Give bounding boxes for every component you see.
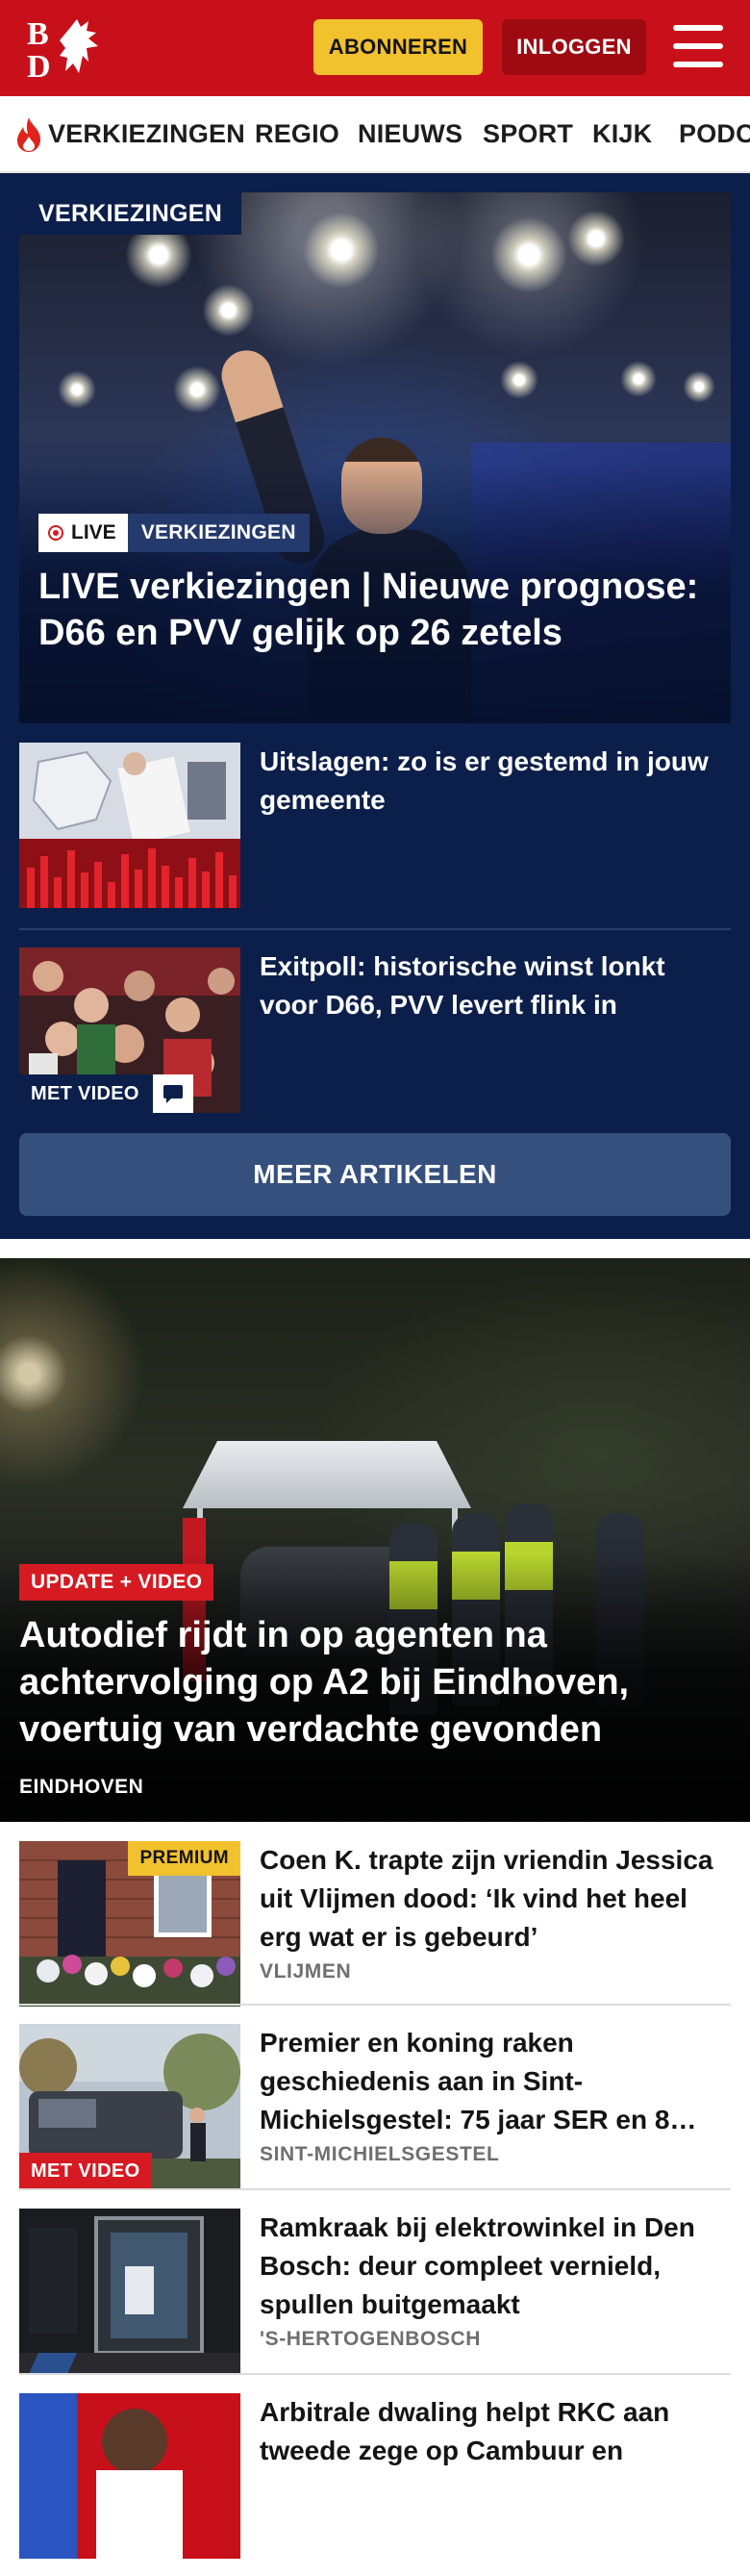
article-thumbnail <box>19 743 240 908</box>
update-badge: UPDATE + VIDEO <box>19 1564 214 1601</box>
live-badge: LIVE <box>38 514 128 552</box>
verkiezingen-article[interactable]: MET VIDEO Exitpoll: historische winst lo… <box>19 947 731 1121</box>
main-nav: VERKIEZINGEN REGIO NIEUWS SPORT KIJK POD… <box>0 96 750 173</box>
video-badge: MET VIDEO <box>19 2153 152 2189</box>
menu-icon[interactable] <box>673 25 723 67</box>
svg-text:B: B <box>27 16 49 52</box>
list-item[interactable]: Arbitrale dwaling helpt RKC aan tweede z… <box>19 2393 731 2576</box>
article-title[interactable]: Uitslagen: zo is er gestemd in jouw geme… <box>260 743 731 820</box>
category-badge: VERKIEZINGEN <box>127 514 310 552</box>
featured-headline[interactable]: Autodief rijdt in op agenten na achtervo… <box>19 1612 721 1754</box>
list-item[interactable]: MET VIDEO Premier en koning raken geschi… <box>19 2024 731 2207</box>
premium-badge: PREMIUM <box>128 1841 240 1876</box>
live-label: LIVE <box>71 521 116 543</box>
nav-item-verkiezingen[interactable]: VERKIEZINGEN <box>48 119 245 149</box>
login-button[interactable]: INLOGGEN <box>502 19 646 75</box>
nav-item-regio[interactable]: REGIO <box>255 119 339 149</box>
article-title[interactable]: Coen K. trapte zijn vriendin Jessica uit… <box>260 1841 731 1957</box>
verkiezingen-hero-article[interactable]: VERKIEZINGEN LIVE VERKIEZINGEN LIVE verk… <box>19 192 731 723</box>
svg-text:D: D <box>27 49 51 81</box>
nav-item-sport[interactable]: SPORT <box>483 119 573 149</box>
divider <box>19 2004 731 2006</box>
divider <box>19 2373 731 2375</box>
list-item[interactable]: Ramkraak bij elektrowinkel in Den Bosch:… <box>19 2209 731 2391</box>
article-title[interactable]: Premier en koning raken geschiedenis aan… <box>260 2024 731 2139</box>
article-thumbnail: MET VIDEO <box>19 947 240 1113</box>
subscribe-button[interactable]: ABONNEREN <box>313 19 483 75</box>
featured-location: EINDHOVEN <box>19 1776 144 1798</box>
featured-article[interactable]: UPDATE + VIDEO Autodief rijdt in op agen… <box>0 1258 750 1822</box>
nav-item-nieuws[interactable]: NIEUWS <box>358 119 462 149</box>
comment-icon <box>152 1074 193 1113</box>
article-title[interactable]: Exitpoll: historische winst lonkt voor D… <box>260 947 731 1024</box>
video-badge: MET VIDEO <box>19 1074 193 1113</box>
list-item[interactable]: PREMIUM Coen K. trapte zijn vriendin Jes… <box>19 1841 731 2024</box>
hero-headline[interactable]: LIVE verkiezingen | Nieuwe prognose: D66… <box>38 564 712 656</box>
bd-logo[interactable]: B D <box>25 15 112 81</box>
flame-icon <box>17 117 40 152</box>
verkiezingen-article[interactable]: Uitslagen: zo is er gestemd in jouw geme… <box>19 743 731 916</box>
verkiezingen-section: VERKIEZINGEN LIVE VERKIEZINGEN LIVE verk… <box>0 173 750 1239</box>
video-badge-label: MET VIDEO <box>31 1082 139 1104</box>
divider <box>19 928 731 930</box>
live-dot-icon <box>48 525 63 541</box>
article-location: VLIJMEN <box>260 1960 352 1983</box>
nav-item-podcast[interactable]: PODC <box>679 119 750 149</box>
article-thumbnail: MET VIDEO <box>19 2024 240 2189</box>
article-location: 'S-HERTOGENBOSCH <box>260 2328 482 2350</box>
article-thumbnail <box>19 2393 240 2559</box>
article-title[interactable]: Arbitrale dwaling helpt RKC aan tweede z… <box>260 2393 731 2470</box>
more-articles-button[interactable]: MEER ARTIKELEN <box>19 1133 731 1216</box>
article-thumbnail: PREMIUM <box>19 1841 240 2007</box>
site-header: B D ABONNEREN INLOGGEN <box>0 0 750 96</box>
hero-badges: LIVE VERKIEZINGEN <box>38 514 310 552</box>
divider <box>19 2188 731 2190</box>
article-location: SINT-MICHIELSGESTEL <box>260 2143 500 2165</box>
article-thumbnail <box>19 2209 240 2374</box>
section-label[interactable]: VERKIEZINGEN <box>19 192 242 235</box>
nav-item-kijk[interactable]: KIJK <box>592 119 652 149</box>
article-title[interactable]: Ramkraak bij elektrowinkel in Den Bosch:… <box>260 2209 731 2324</box>
